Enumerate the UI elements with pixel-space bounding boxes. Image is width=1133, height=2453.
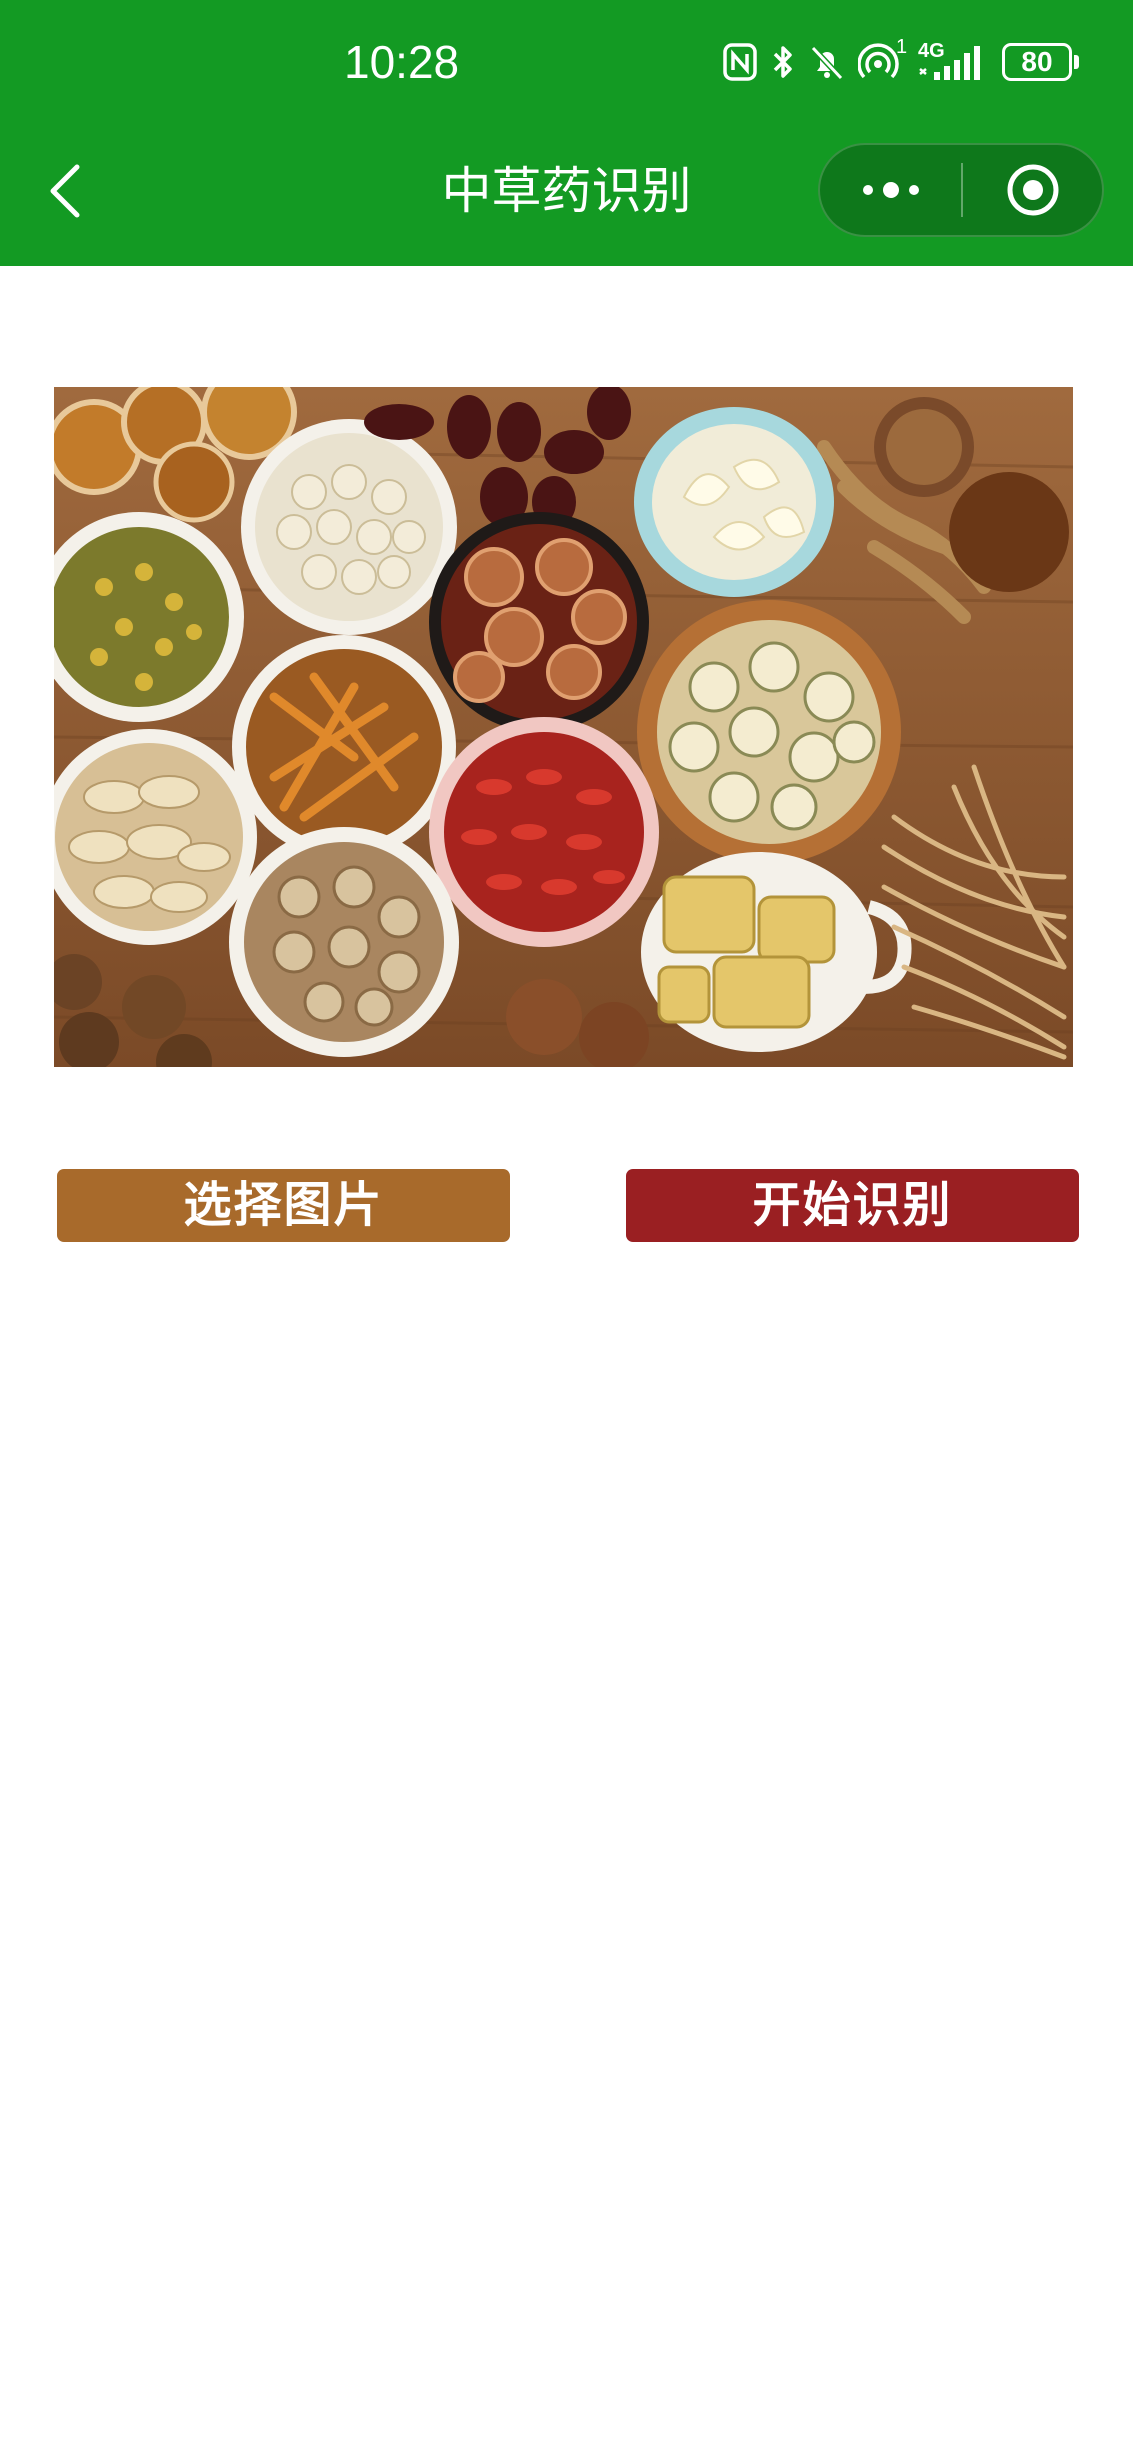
- hotspot-count: 1: [896, 36, 908, 58]
- status-time: 10:28: [344, 36, 460, 88]
- more-dots-icon: [862, 182, 919, 198]
- mini-program-capsule: [818, 143, 1104, 237]
- start-recognition-button[interactable]: 开始识别: [626, 1169, 1079, 1242]
- close-mini-program-button[interactable]: [963, 145, 1102, 235]
- battery-indicator: 80: [1002, 43, 1072, 81]
- status-icons: 1 4G 80: [722, 36, 1079, 86]
- mute-bell-icon: [808, 42, 846, 82]
- back-button[interactable]: [40, 160, 90, 222]
- select-image-button[interactable]: 选择图片: [57, 1169, 510, 1242]
- chevron-left-icon: [50, 164, 80, 218]
- more-button[interactable]: [820, 145, 961, 235]
- battery-level: 80: [1021, 46, 1053, 77]
- battery-tip: [1074, 55, 1079, 69]
- bluetooth-icon: [770, 42, 796, 82]
- target-close-icon: [1007, 164, 1058, 216]
- nfc-icon: [722, 42, 758, 82]
- herb-photo-illustration: [54, 387, 1073, 1067]
- signal-icon: 4G: [918, 40, 984, 82]
- hotspot-icon: 1: [858, 36, 907, 82]
- herb-photo[interactable]: [54, 387, 1073, 1067]
